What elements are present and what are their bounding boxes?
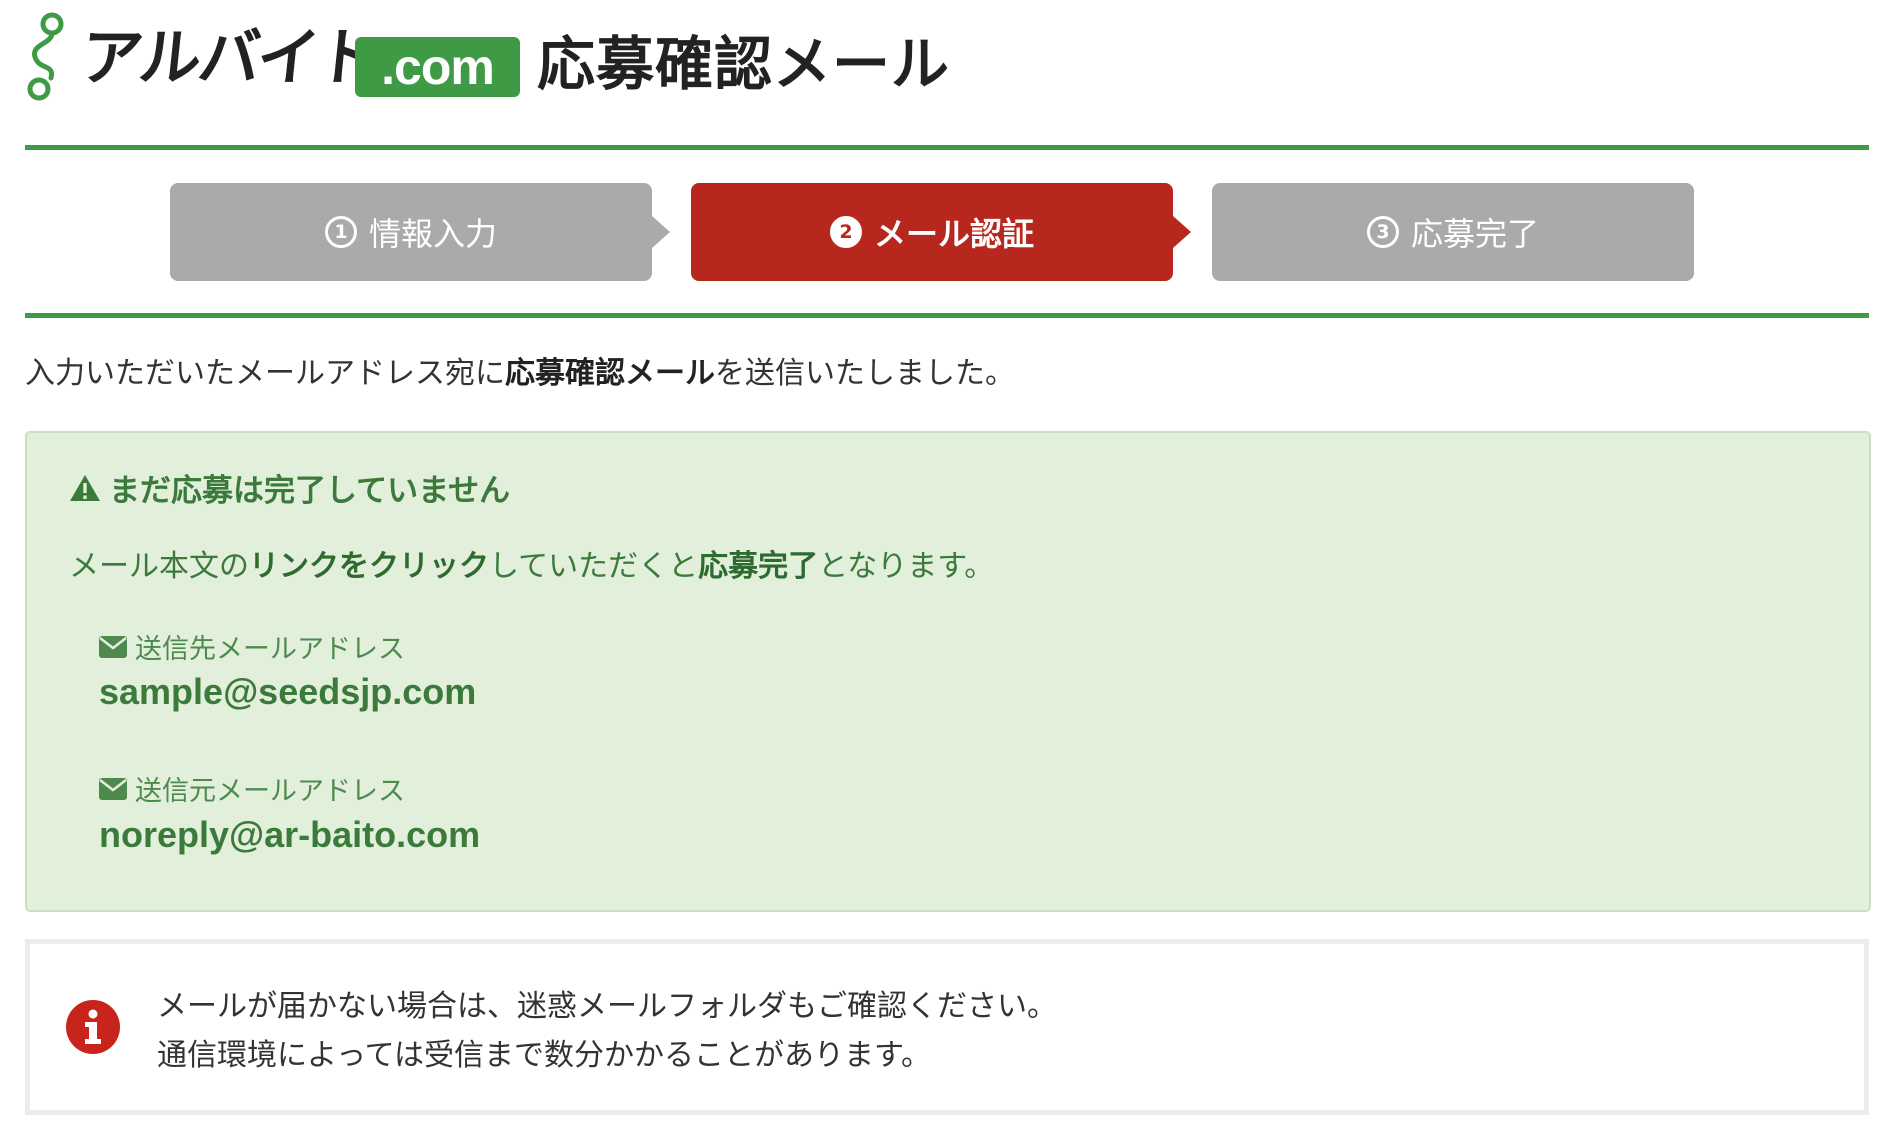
to-address-label-text: 送信先メールアドレス [135, 634, 405, 665]
logo-text: アルバイト [77, 21, 380, 94]
from-address-value: noreply@ar-baito.com [99, 814, 481, 855]
notice-body: メール本文のリンクをクリックしていただくと応募完了となります。 [69, 541, 994, 585]
step-number-1: 1 [324, 216, 357, 248]
step-label-2: メール認証 [873, 215, 1034, 253]
logo-mark-icon [27, 12, 64, 101]
page-header: アルバイト .com 応募確認メール [0, 0, 1894, 150]
info-line-2: 通信環境によっては受信まで数分かかることがあります。 [157, 1038, 931, 1073]
intro-text-bold: 応募確認メール [505, 356, 715, 391]
step-mail-auth: 2 メール認証 [691, 183, 1173, 281]
step-arrow-2 [1173, 216, 1191, 248]
steps-divider [25, 313, 1869, 318]
step-info-input: 1 情報入力 [170, 183, 652, 281]
notice-body-2: していただくと [489, 549, 699, 584]
notice-body-bold-2: 応募完了 [698, 549, 819, 584]
intro-message: 入力いただいたメールアドレス宛に応募確認メールを送信いたしました。 [25, 352, 1015, 396]
page-title: 応募確認メール [537, 30, 951, 98]
info-text: メールが届かない場合は、迷惑メールフォルダもご確認ください。 通信環境によっては… [157, 982, 1057, 1080]
to-address-value: sample@seedsjp.com [99, 671, 477, 712]
notice-body-3: となります。 [818, 549, 995, 584]
step-label-1: 情報入力 [368, 215, 497, 253]
envelope-icon [99, 635, 127, 658]
mail-delivery-info-box: メールが届かない場合は、迷惑メールフォルダもご確認ください。 通信環境によっては… [25, 939, 1869, 1115]
step-label-3: 応募完了 [1410, 215, 1539, 253]
step-number-2: 2 [829, 216, 862, 248]
from-address-label-text: 送信元メールアドレス [135, 776, 405, 807]
info-line-1: メールが届かない場合は、迷惑メールフォルダもご確認ください。 [157, 989, 1057, 1024]
step-complete: 3 応募完了 [1212, 183, 1694, 281]
step-arrow-1 [652, 216, 670, 248]
pending-notice-box: まだ応募は完了していません メール本文のリンクをクリックしていただくと応募完了と… [25, 431, 1871, 912]
envelope-icon [99, 777, 127, 800]
to-address-label: 送信先メールアドレス [99, 627, 405, 666]
warning-triangle-icon [70, 474, 100, 501]
notice-body-1: メール本文の [69, 549, 249, 584]
step-number-3: 3 [1366, 216, 1399, 248]
info-circle-icon [66, 1000, 120, 1054]
notice-body-bold-1: リンクをクリック [249, 549, 489, 584]
notice-title-text: まだ応募は完了していません [109, 473, 511, 509]
intro-text-after: を送信いたしました。 [715, 356, 1015, 391]
intro-text-before: 入力いただいたメールアドレス宛に [25, 356, 505, 391]
notice-title: まだ応募は完了していません [69, 465, 510, 510]
logo-com-badge: .com [355, 37, 520, 97]
site-logo[interactable]: アルバイト .com [25, 12, 520, 104]
from-address-label: 送信元メールアドレス [99, 769, 405, 808]
header-divider [25, 145, 1869, 150]
